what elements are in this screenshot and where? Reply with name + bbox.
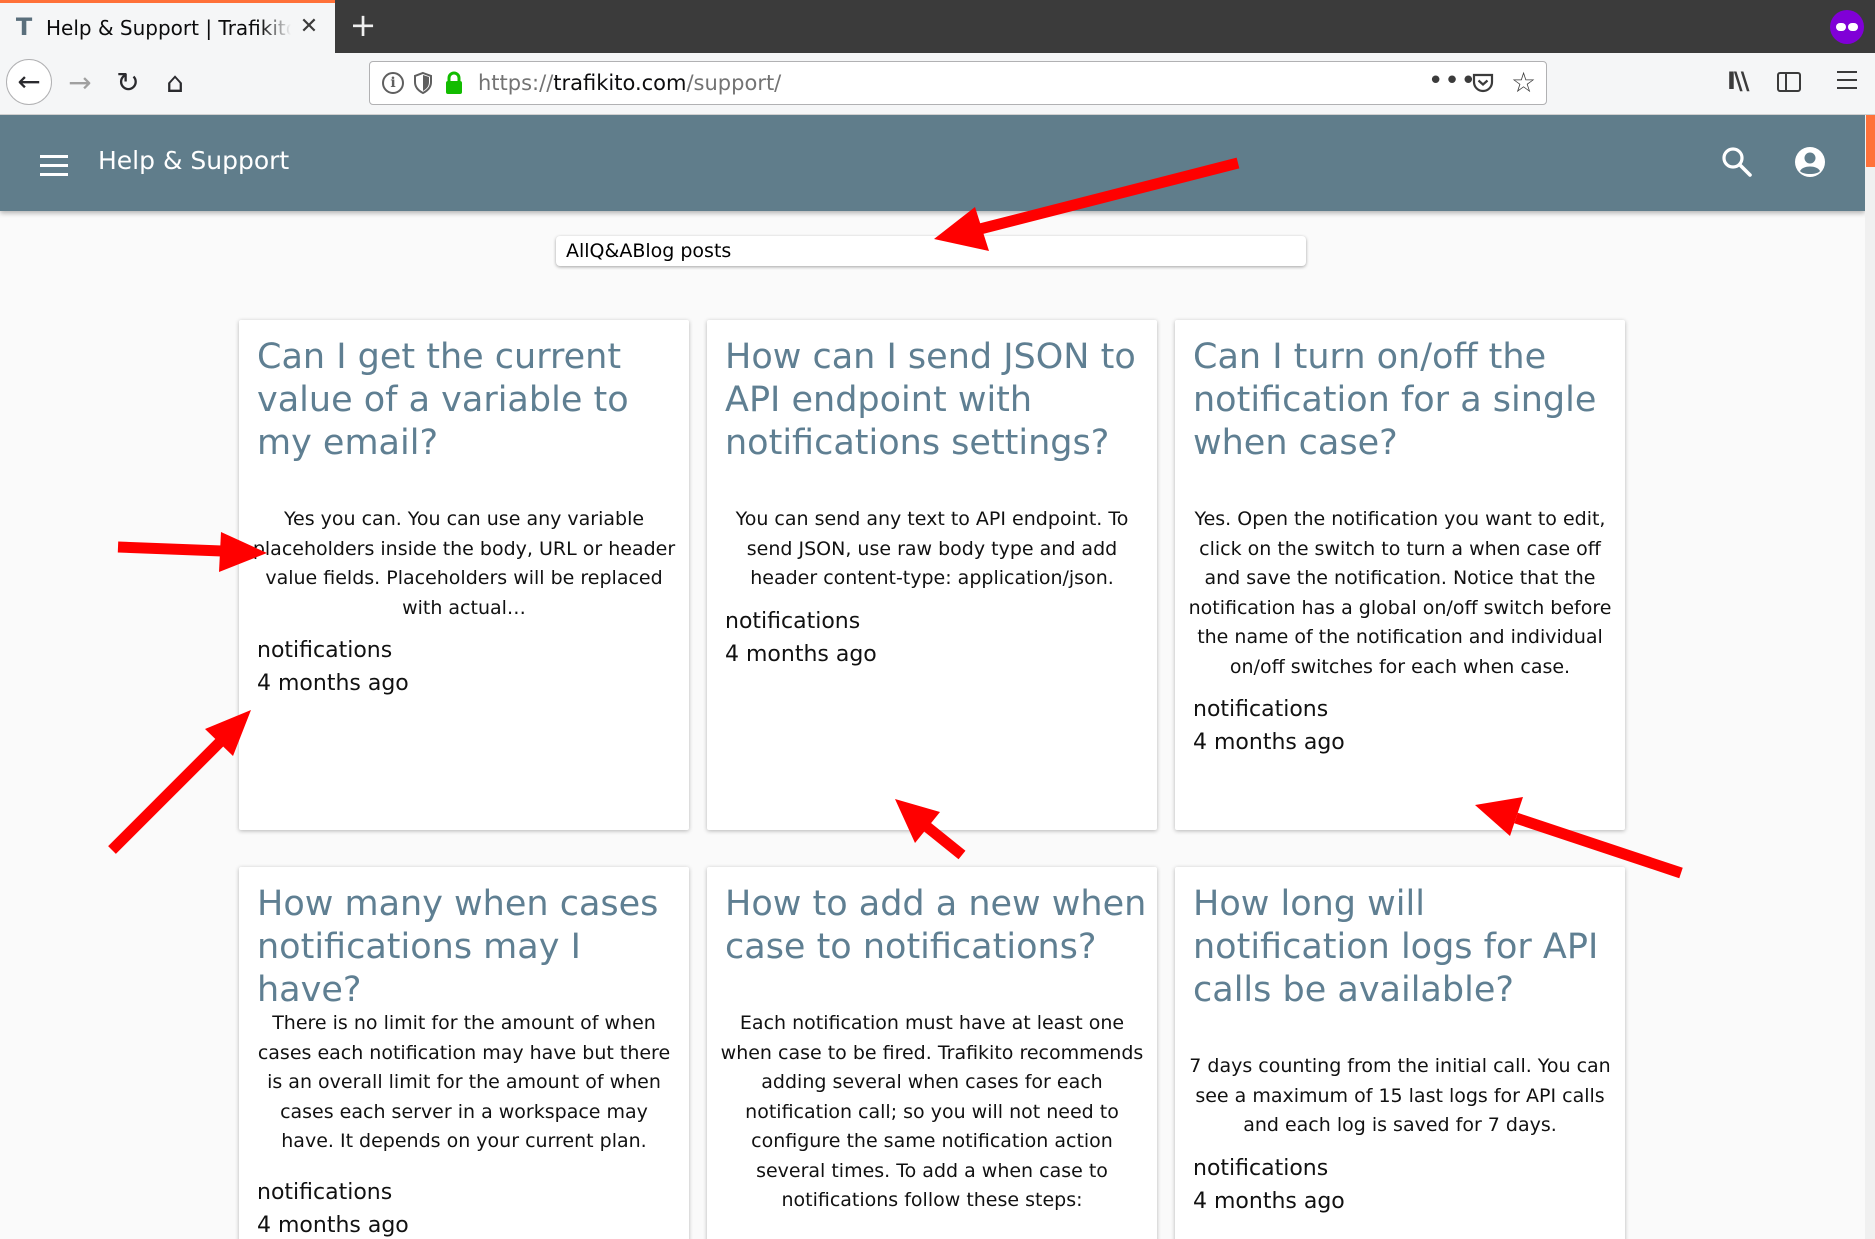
tab-close-icon[interactable]: ✕ [296,14,322,40]
card-tag[interactable]: notifications [1193,697,1328,722]
scrollbar-thumb[interactable] [1866,115,1875,167]
page-viewport: Help & Support AllQ&ABlog posts Can I ge… [0,115,1875,1239]
url-text[interactable]: https://trafikito.com/support/ [478,71,781,95]
home-button[interactable]: ⌂ [155,63,195,103]
new-tab-button[interactable]: + [346,8,380,42]
article-card[interactable]: How many when cases notifications may I … [239,867,689,1239]
card-date: 4 months ago [1193,1189,1345,1214]
tracking-shield-icon[interactable] [413,71,433,95]
page-actions-more-icon[interactable]: ••• [1428,66,1477,96]
card-title[interactable]: Can I get the current value of a variabl… [257,336,682,465]
forward-button[interactable]: → [60,63,100,103]
lock-icon[interactable] [444,71,464,95]
card-date: 4 months ago [725,642,877,667]
card-title[interactable]: How long will notification logs for API … [1193,883,1618,1012]
card-excerpt: Each notification must have at least one… [720,1012,1144,1211]
card-title[interactable]: How many when cases notifications may I … [257,883,682,1012]
browser-toolbar: ← → ↻ ⌂ i https://trafikito.com/support/… [0,53,1875,115]
private-browsing-icon [1830,10,1864,44]
card-excerpt: There is no limit for the amount of when… [257,1012,671,1152]
info-icon[interactable]: i [382,72,404,94]
app-header: Help & Support [0,115,1865,211]
article-card[interactable]: Can I get the current value of a variabl… [239,320,689,830]
card-tag[interactable]: notifications [725,609,860,634]
article-card[interactable]: How to add a new when case to notificati… [707,867,1157,1239]
card-title[interactable]: Can I turn on/off the notification for a… [1193,336,1618,465]
article-card[interactable]: How long will notification logs for API … [1175,867,1625,1239]
card-excerpt: You can send any text to API endpoint. T… [735,508,1129,589]
url-host: trafikito.com [553,71,687,95]
browser-menu-icon[interactable] [1837,71,1857,95]
browser-tab-active[interactable]: T Help & Support | Trafikito - ✕ [0,0,335,53]
card-excerpt: 7 days counting from the initial call. Y… [1189,1055,1611,1136]
pocket-icon[interactable] [1471,71,1495,95]
library-icon[interactable]: I\\ [1727,67,1750,95]
url-scheme: https:// [478,71,554,95]
article-card[interactable]: How can I send JSON to API endpoint with… [707,320,1157,830]
sidebar-toggle-icon[interactable] [1777,72,1801,92]
browser-tab-strip: T Help & Support | Trafikito - ✕ + [0,0,1875,53]
card-excerpt: Yes. Open the notification you want to e… [1188,508,1612,678]
page-title: Help & Support [98,146,290,175]
filter-tabs-label[interactable]: AllQ&ABlog posts [566,240,731,262]
account-circle-icon[interactable] [1793,145,1827,179]
search-icon[interactable] [1720,145,1754,179]
card-tag[interactable]: notifications [257,638,392,663]
back-button[interactable]: ← [6,59,52,105]
tab-title: Help & Support | Trafikito - [46,16,291,40]
card-tag[interactable]: notifications [257,1180,392,1205]
page-scrollbar[interactable] [1865,115,1875,1239]
card-date: 4 months ago [257,1213,409,1238]
bookmark-star-icon[interactable]: ☆ [1511,66,1536,99]
card-date: 4 months ago [257,671,409,696]
card-title[interactable]: How can I send JSON to API endpoint with… [725,336,1150,465]
card-title[interactable]: How to add a new when case to notificati… [725,883,1150,969]
reload-button[interactable]: ↻ [108,63,148,103]
card-date: 4 months ago [1193,730,1345,755]
site-favicon-icon: T [15,13,33,41]
article-card[interactable]: Can I turn on/off the notification for a… [1175,320,1625,830]
card-tag[interactable]: notifications [1193,1156,1328,1181]
address-bar[interactable]: i https://trafikito.com/support/ ••• ☆ [369,61,1547,105]
card-excerpt: Yes you can. You can use any variable pl… [252,508,676,619]
category-filter-tabs[interactable]: AllQ&ABlog posts [556,236,1306,266]
url-path: /support/ [686,71,782,95]
hamburger-menu-icon[interactable] [40,155,68,182]
